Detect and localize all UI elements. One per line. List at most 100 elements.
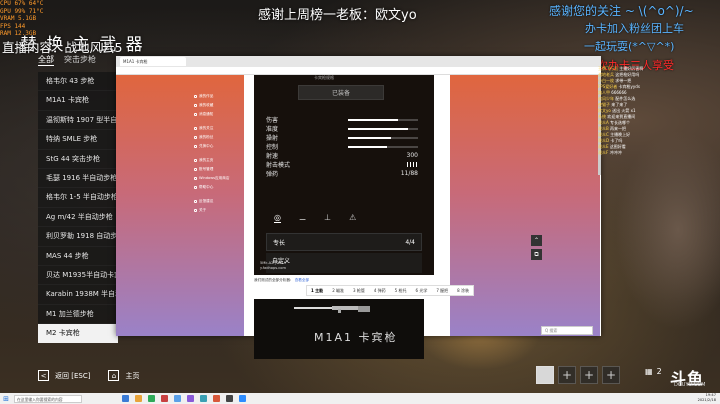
chat-username[interactable]: 王牌飞行员 <box>598 66 618 71</box>
chat-username[interactable]: 观众A <box>598 120 609 125</box>
attachment-slot-icon[interactable]: ⚠ <box>349 213 356 223</box>
perf-line: VRAM 5.1GB <box>0 15 37 22</box>
specialty-count: 4/4 <box>405 238 415 246</box>
bottom-nav: < 返回 [ESC] ⌂ 主页 <box>38 370 139 381</box>
attachment-slot-icon[interactable]: ⊥ <box>324 213 331 223</box>
weapon-list-item[interactable]: M1 加兰德步枪 <box>38 304 118 325</box>
menu-item-icon <box>194 95 197 98</box>
taskbar-app-icon[interactable] <box>122 395 129 402</box>
weapon-category-tabs: 全部 突击步枪 <box>38 54 96 66</box>
weapon-list-item[interactable]: 格韦尔 1-5 半自动步枪 <box>38 188 118 208</box>
chat-username[interactable]: 夜猫子 <box>598 102 610 107</box>
menu-item-icon <box>194 113 197 116</box>
empty-slot-plus-icon[interactable]: + <box>558 366 576 384</box>
home-icon[interactable]: ⌂ <box>108 370 120 381</box>
chat-text: 这把枪好用吗 <box>615 72 640 77</box>
side-menu-item[interactable]: 关于 <box>194 206 234 215</box>
weapon-list-item[interactable]: MAS 44 步枪 <box>38 246 118 266</box>
weapon-list-item[interactable]: 贝达 M1935半自动卡宾枪 <box>38 265 118 286</box>
tab-all[interactable]: 全部 <box>38 54 54 66</box>
empty-slot-plus-icon[interactable]: + <box>580 366 598 384</box>
scroll-up-button[interactable]: ⌃ <box>531 235 542 246</box>
menu-item-label: 消息通知 <box>199 112 214 116</box>
weapon-list-item[interactable]: 温彻斯特 1907 型半自动步枪 <box>38 110 118 131</box>
caption-link[interactable]: 查看全部 <box>295 278 309 282</box>
embedded-weapon-preview: M1A1 卡宾枪 <box>254 299 424 359</box>
taskbar-app-icon[interactable] <box>148 395 155 402</box>
chat-text: 再来一把 <box>610 126 627 131</box>
taskbar-app-icon[interactable] <box>213 395 220 402</box>
chat-username[interactable]: 观众E <box>598 144 609 149</box>
chat-username[interactable]: 欧文yo <box>598 108 611 113</box>
menu-item-label: 关于 <box>199 208 207 212</box>
chat-username[interactable]: 观众B <box>598 126 609 131</box>
taskbar-app-icon[interactable] <box>174 395 181 402</box>
taskbar-app-icon[interactable] <box>135 395 142 402</box>
page-search-input[interactable]: Q 搜索 <box>541 326 593 335</box>
customize-row[interactable]: 自定义 <box>266 253 422 273</box>
chat-username[interactable]: 小白一枚 <box>598 78 614 83</box>
back-button[interactable]: 返回 [ESC] <box>55 371 90 381</box>
chat-username[interactable]: 路人甲 <box>598 90 610 95</box>
weapon-list-item[interactable]: StG 44 突击步枪 <box>38 149 118 169</box>
weapon-list-item[interactable]: M1A1 卡宾枪 <box>38 91 118 111</box>
chat-username[interactable]: 观众D <box>598 138 609 143</box>
weapon-list-item[interactable]: 格韦尔 43 步枪 <box>38 72 118 92</box>
side-menu-item[interactable]: 我的主页 <box>194 156 234 165</box>
side-menu-item[interactable]: 帮助中心 <box>194 183 234 192</box>
chat-username[interactable]: 观众F <box>598 150 608 155</box>
weapon-list-item[interactable]: Karabin 1938M 半自动 <box>38 285 118 305</box>
taskbar-search-input[interactable]: 在这里输入你要搜索的内容 <box>14 394 82 403</box>
side-menu-item[interactable]: 我的关注 <box>194 124 234 133</box>
weapon-list-item[interactable]: 利贝罗勒 1918 自动步枪 <box>38 227 118 247</box>
attachment-tab[interactable]: 5 枪托 <box>395 288 407 294</box>
chat-username[interactable]: FPS爱好者 <box>598 84 617 89</box>
attachment-tab[interactable]: 2 瞄准 <box>332 288 344 294</box>
address-bar[interactable] <box>116 67 601 75</box>
back-key-icon[interactable]: < <box>38 370 49 381</box>
copy-button[interactable]: ⧉ <box>531 249 542 260</box>
weapon-list-item[interactable]: M2 卡宾枪 <box>38 324 118 344</box>
weapon-list-item[interactable]: 特纳 SMLE 步枪 <box>38 130 118 150</box>
attachment-tab[interactable]: 1 主能 <box>311 288 323 294</box>
attachment-tab[interactable]: 7 握把 <box>436 288 448 294</box>
taskbar-clock[interactable]: 19:47 2021/2/18 <box>698 393 716 403</box>
attachment-tab[interactable]: 6 光学 <box>416 288 428 294</box>
windows-start-icon[interactable]: ⊞ <box>0 393 12 404</box>
weapon-list-item[interactable]: Ag m/42 半自动步枪 <box>38 207 118 228</box>
menu-item-icon <box>194 177 197 180</box>
tab-assault-rifles[interactable]: 突击步枪 <box>64 54 96 66</box>
side-menu-item[interactable]: 我的粉丝 <box>194 133 234 142</box>
attachment-slot-icon[interactable]: ⚊ <box>299 213 306 223</box>
attachment-tab[interactable]: 4 弹药 <box>374 288 386 294</box>
taskbar-app-icon[interactable] <box>200 395 207 402</box>
weapon-list-item[interactable]: 毛瑟 1916 半自动步枪 <box>38 168 118 189</box>
side-menu-item[interactable]: 账号管理 <box>194 165 234 174</box>
attachment-slot-icon[interactable]: ◎ <box>274 213 281 223</box>
taskbar-app-icon[interactable] <box>226 395 233 402</box>
empty-slot-plus-icon[interactable]: + <box>602 366 620 384</box>
attachment-tab[interactable]: 8 涂装 <box>457 288 469 294</box>
browser-tab[interactable]: M1A1 卡宾枪 <box>120 57 186 66</box>
attachment-tab[interactable]: 3 枪管 <box>353 288 365 294</box>
taskbar-app-icon[interactable] <box>239 395 246 402</box>
chat-username[interactable]: 观众C <box>598 132 609 137</box>
taskbar-app-icon[interactable] <box>161 395 168 402</box>
chat-username[interactable]: 追风少年 <box>598 96 614 101</box>
chat-username[interactable]: 系统 <box>598 114 606 119</box>
specialty-row[interactable]: 专长 4/4 <box>266 233 422 251</box>
side-menu-item[interactable]: 兑换中心 <box>194 142 234 151</box>
chat-username[interactable]: 战地老兵 <box>598 72 614 77</box>
side-menu-item[interactable]: 我的作品 <box>194 92 234 101</box>
side-menu-item[interactable]: Windows应用商店 <box>194 174 234 183</box>
stat-label: 准度 <box>266 126 279 133</box>
equipped-item-slot[interactable] <box>536 366 554 384</box>
side-menu-item[interactable]: 消息通知 <box>194 110 234 119</box>
taskbar-app-icon[interactable] <box>187 395 194 402</box>
side-menu-item[interactable]: 我的收藏 <box>194 101 234 110</box>
side-menu-item[interactable]: 反馈建议 <box>194 197 234 206</box>
chat-message: 观众F 冲冲冲 <box>598 150 664 156</box>
home-button[interactable]: 主页 <box>125 371 139 381</box>
left-gradient-panel: 我的作品 我的收藏消息通知我的关注 我的粉丝 兑换中心我的主页 账号管理 Windows应… <box>116 75 244 336</box>
equipped-button[interactable]: 已装备 <box>298 85 384 100</box>
